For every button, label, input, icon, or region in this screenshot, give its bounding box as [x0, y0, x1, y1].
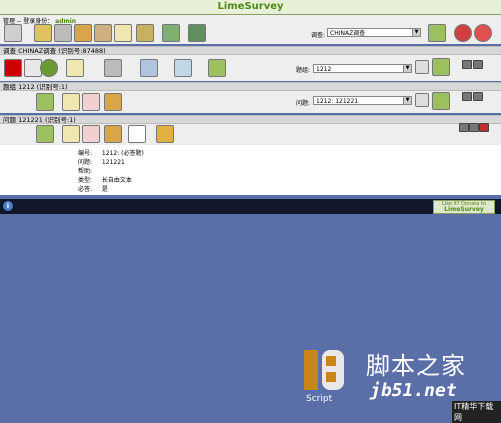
site-name: 脚本之家 [366, 352, 466, 380]
power-icon[interactable] [454, 24, 472, 42]
info-icon[interactable]: i [3, 201, 13, 211]
chevron-down-icon: ▼ [403, 97, 411, 104]
settings-icon[interactable] [40, 59, 58, 77]
question-toolbar [0, 123, 501, 145]
preview-icon[interactable] [36, 93, 54, 111]
detail-row: 问题: 121221 [78, 157, 125, 166]
minimize-button[interactable] [459, 123, 469, 132]
footer-bar: i Like it? Donate to LimeSurvey [0, 199, 501, 214]
detail-value: 121221 [101, 159, 125, 166]
add-question-icon[interactable] [432, 92, 450, 110]
tokens-icon[interactable] [208, 59, 226, 77]
question-select[interactable]: 1212: 121221 ▼ [313, 96, 412, 105]
tools-icon[interactable] [54, 24, 72, 42]
donate-button[interactable]: Like it? Donate to LimeSurvey [433, 200, 495, 214]
database-icon[interactable] [74, 24, 92, 42]
import-icon[interactable] [136, 24, 154, 42]
survey-heading: 调查 CHINAZ调查 (识别号:87488) [0, 46, 501, 55]
add-survey-icon[interactable] [428, 24, 446, 42]
chevron-down-icon: ▼ [412, 29, 420, 36]
survey-select[interactable]: CHINAZ调查 ▼ [327, 28, 421, 37]
user-icon[interactable] [94, 24, 112, 42]
edit-icon[interactable] [62, 93, 80, 111]
delete-icon[interactable] [82, 93, 100, 111]
detail-key: 类型: [78, 177, 93, 184]
search-icon[interactable] [174, 59, 192, 77]
donate-line2: LimeSurvey [444, 206, 484, 213]
preview-icon[interactable] [36, 125, 54, 143]
key-icon[interactable] [34, 24, 52, 42]
detail-value: 是 [101, 186, 108, 193]
close-button[interactable] [479, 123, 489, 132]
group-toolbar: 问题: 1212: 121221 ▼ [0, 91, 501, 113]
group-select-value: 1212 [316, 66, 332, 73]
conditions-icon[interactable] [156, 125, 174, 143]
group-select[interactable]: 1212 ▼ [313, 64, 412, 73]
detail-row: 帮助: [78, 166, 100, 175]
document-icon[interactable] [66, 59, 84, 77]
limesurvey-window: LimeSurvey 管理 -- 登录身份： admin 调查: CHINAZ调… [0, 0, 501, 423]
chevron-down-icon: ▼ [403, 65, 411, 72]
reorder-icon[interactable] [415, 93, 429, 107]
app-title: LimeSurvey [0, 0, 501, 15]
add-group-icon[interactable] [432, 58, 450, 76]
maximize-button[interactable] [473, 92, 483, 101]
detail-row: 编号: 1212: (必答题) [78, 148, 144, 157]
tools-icon[interactable] [104, 59, 122, 77]
site-url: jb51.net [370, 380, 457, 401]
survey-label: 调查: [311, 32, 326, 39]
grid-icon[interactable] [162, 24, 180, 42]
copy-icon[interactable] [128, 125, 146, 143]
detail-key: 帮助: [78, 168, 93, 175]
detail-value: 长自由文本 [101, 177, 132, 184]
list-icon[interactable] [114, 24, 132, 42]
admin-toolbar: 管理 -- 登录身份： admin 调查: CHINAZ调查 ▼ [0, 15, 501, 44]
edit-icon[interactable] [62, 125, 80, 143]
detail-key: 必答: [78, 186, 93, 193]
survey-toolbar: 题组: 1212 ▼ [0, 55, 501, 81]
group-label: 题组: [296, 67, 311, 74]
detail-key: 编号: [78, 150, 93, 157]
detail-row: 类型: 长自由文本 [78, 175, 132, 184]
question-select-value: 1212: 121221 [316, 98, 359, 105]
reorder-icon[interactable] [415, 60, 429, 74]
export-icon[interactable] [104, 93, 122, 111]
question-heading: 问题 121221 (识别号:1) [0, 115, 501, 124]
stop-icon[interactable] [4, 59, 22, 77]
site-slogan: IT精华下载网 [452, 401, 501, 423]
help-icon[interactable] [474, 24, 492, 42]
logo-caption: Script [306, 394, 333, 404]
export-icon[interactable] [140, 59, 158, 77]
maximize-button[interactable] [473, 60, 483, 69]
detail-value: 1212: (必答题) [101, 150, 144, 157]
survey-select-value: CHINAZ调查 [330, 30, 366, 37]
minimize-button[interactable] [462, 60, 472, 69]
detail-row: 必答: 是 [78, 184, 108, 193]
group-heading: 题组 1212 (识别号:1) [0, 82, 501, 91]
delete-icon[interactable] [82, 125, 100, 143]
export-icon[interactable] [104, 125, 122, 143]
maximize-button[interactable] [469, 123, 479, 132]
home-icon[interactable] [4, 24, 22, 42]
detail-key: 问题: [78, 159, 93, 166]
question-details: 编号: 1212: (必答题) 问题: 121221 帮助: 类型: 长自由文本… [0, 145, 501, 195]
minimize-button[interactable] [462, 92, 472, 101]
logout-screen-icon[interactable] [188, 24, 206, 42]
question-label: 问题: [296, 100, 311, 107]
